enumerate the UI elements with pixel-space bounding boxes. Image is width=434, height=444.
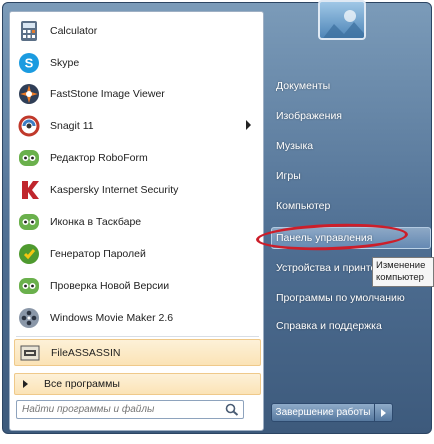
calculator-icon [18, 20, 40, 42]
kaspersky-icon [18, 179, 40, 201]
program-item-kaspersky[interactable]: Kaspersky Internet Security [14, 175, 261, 205]
snagit-icon [18, 115, 40, 137]
arrow-right-icon [23, 380, 28, 388]
program-label: Kaspersky Internet Security [50, 184, 179, 196]
submenu-arrow-icon[interactable] [246, 120, 251, 130]
program-label: Генератор Паролей [50, 248, 146, 260]
program-item-password-generator[interactable]: Генератор Паролей [14, 239, 261, 269]
program-item-check-version[interactable]: Проверка Новой Версии [14, 271, 261, 301]
search-box[interactable] [16, 400, 244, 419]
programs-panel: Calculator S Skype FastStone Image Viewe… [9, 11, 264, 431]
roboform-icon [18, 147, 40, 169]
password-generator-icon [18, 243, 40, 265]
program-label: Skype [50, 57, 80, 69]
svg-text:S: S [25, 56, 34, 71]
roboform-icon [18, 275, 40, 297]
program-item-snagit[interactable]: Snagit 11 [14, 111, 261, 141]
program-label: Проверка Новой Версии [50, 280, 170, 292]
all-programs-button[interactable]: Все программы [14, 373, 261, 395]
link-music[interactable]: Музыка [276, 140, 313, 152]
movie-maker-icon [18, 307, 40, 329]
program-label: FastStone Image Viewer [50, 88, 165, 100]
roboform-icon [18, 211, 40, 233]
program-item-roboform-editor[interactable]: Редактор RoboForm [14, 143, 261, 173]
link-games[interactable]: Игры [276, 170, 301, 182]
program-label: Иконка в Таскбаре [50, 216, 142, 228]
user-picture[interactable] [318, 0, 366, 40]
arrow-right-icon [381, 409, 386, 417]
program-item-skype[interactable]: S Skype [14, 48, 261, 78]
link-help-support[interactable]: Справка и поддержка [276, 320, 382, 332]
tooltip: Изменение компьютер [372, 257, 434, 287]
tooltip-line: Изменение [376, 260, 426, 271]
link-documents[interactable]: Документы [276, 80, 330, 92]
program-label: Calculator [50, 25, 98, 37]
shutdown-button[interactable]: Завершение работы [271, 403, 375, 422]
search-input[interactable] [22, 402, 212, 416]
program-label: Snagit 11 [50, 120, 94, 132]
shutdown-label: Завершение работы [275, 407, 371, 418]
program-item-fileassassin[interactable]: FileASSASSIN [14, 339, 261, 366]
search-icon[interactable] [225, 403, 239, 416]
tooltip-line: компьютер [376, 272, 424, 283]
program-label: Редактор RoboForm [50, 152, 148, 164]
program-label: Windows Movie Maker 2.6 [50, 312, 174, 324]
divider [16, 336, 259, 337]
link-computer[interactable]: Компьютер [276, 200, 330, 212]
program-item-calculator[interactable]: Calculator [14, 16, 261, 46]
skype-icon: S [18, 52, 40, 74]
link-default-programs[interactable]: Программы по умолчанию [276, 292, 405, 304]
program-item-taskbar-icon[interactable]: Иконка в Таскбаре [14, 207, 261, 237]
all-programs-label: Все программы [44, 378, 120, 390]
faststone-icon [18, 83, 40, 105]
program-item-faststone[interactable]: FastStone Image Viewer [14, 79, 261, 109]
shutdown-options-button[interactable] [375, 403, 393, 422]
program-item-movie-maker[interactable]: Windows Movie Maker 2.6 [14, 303, 261, 333]
fileassassin-icon [19, 342, 41, 364]
program-label: FileASSASSIN [51, 346, 121, 359]
link-pictures[interactable]: Изображения [276, 110, 342, 122]
